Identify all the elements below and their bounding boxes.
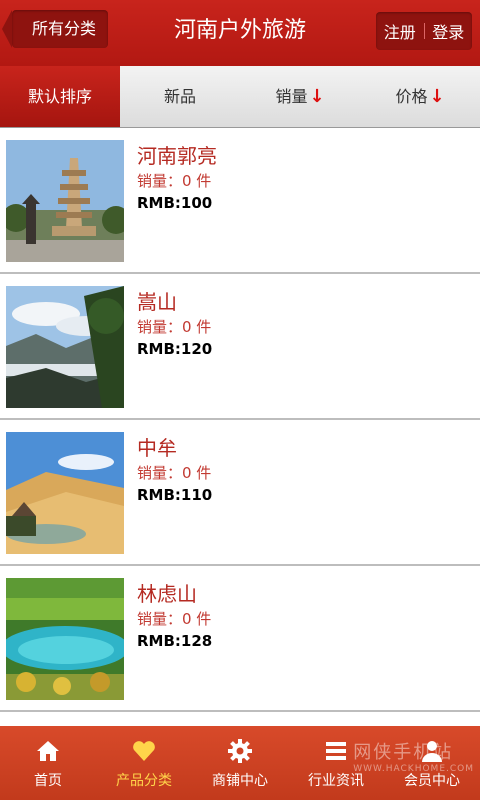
mountain-photo [6, 286, 124, 408]
user-icon [422, 741, 442, 762]
product-sales: 销量：0 件 [137, 172, 212, 190]
product-price: RMB:100 [137, 194, 213, 212]
tab-label: 价格 [395, 87, 428, 106]
pagoda-photo [6, 140, 124, 262]
tab-label: 默认排序 [27, 87, 92, 106]
nav-label: 会员中心 [404, 773, 460, 789]
nav-industry-news[interactable]: 行业资讯 [288, 726, 384, 800]
product-list: 河南郭亮 销量：0 件 RMB:100 嵩山 销量：0 件 RMB:120 中牟… [0, 128, 480, 712]
desert-photo [6, 432, 124, 554]
product-title: 林虑山 [137, 582, 197, 606]
login-button[interactable]: 登录 [425, 19, 473, 43]
home-icon [37, 741, 59, 761]
heart-icon [133, 741, 155, 761]
tab-label: 新品 [163, 87, 196, 106]
product-title: 嵩山 [137, 290, 177, 314]
nav-member-center[interactable]: 会员中心 [384, 726, 480, 800]
tab-sales[interactable]: 销量 ↓ [240, 66, 360, 127]
product-title: 中牟 [137, 436, 177, 460]
product-price: RMB:120 [137, 340, 213, 358]
bottom-nav: 首页 产品分类 商铺中心 行业资讯 会员中心 [0, 726, 480, 800]
product-price: RMB:128 [137, 632, 213, 650]
product-sales: 销量：0 件 [137, 610, 212, 628]
product-price: RMB:110 [137, 486, 213, 504]
auth-buttons: 注册 登录 [376, 12, 472, 50]
tab-label: 销量 [275, 87, 308, 106]
tab-new[interactable]: 新品 [120, 66, 240, 127]
nav-label: 行业资讯 [308, 773, 364, 789]
nav-label: 商铺中心 [212, 773, 268, 789]
tab-default-sort[interactable]: 默认排序 [0, 66, 120, 127]
nav-label: 首页 [34, 773, 62, 789]
lake-forest-photo [6, 578, 124, 700]
all-categories-back-button[interactable]: 所有分类 [2, 10, 108, 48]
sort-down-arrow-icon: ↓ [429, 86, 445, 107]
list-item[interactable]: 嵩山 销量：0 件 RMB:120 [0, 274, 480, 420]
app-header: 所有分类 河南户外旅游 注册 登录 [0, 0, 480, 66]
list-item[interactable]: 河南郭亮 销量：0 件 RMB:100 [0, 128, 480, 274]
list-item[interactable]: 中牟 销量：0 件 RMB:110 [0, 420, 480, 566]
list-icon [326, 742, 346, 760]
product-sales: 销量：0 件 [137, 318, 212, 336]
nav-label: 产品分类 [116, 773, 172, 789]
product-sales: 销量：0 件 [137, 464, 212, 482]
nav-home[interactable]: 首页 [0, 726, 96, 800]
product-title: 河南郭亮 [137, 144, 217, 168]
gear-icon [228, 739, 252, 763]
sort-tabs: 默认排序 新品 销量 ↓ 价格 ↓ [0, 66, 480, 128]
sort-down-arrow-icon: ↓ [309, 86, 325, 107]
nav-product-categories[interactable]: 产品分类 [96, 726, 192, 800]
nav-shop-center[interactable]: 商铺中心 [192, 726, 288, 800]
tab-price[interactable]: 价格 ↓ [360, 66, 480, 127]
list-item[interactable]: 林虑山 销量：0 件 RMB:128 [0, 566, 480, 712]
register-button[interactable]: 注册 [376, 19, 424, 43]
